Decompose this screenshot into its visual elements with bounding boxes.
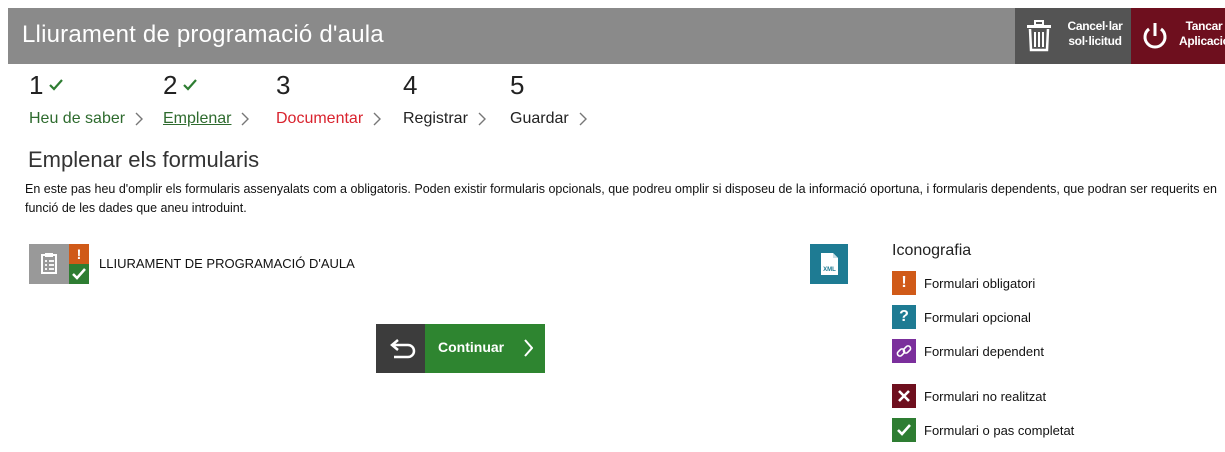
step-link-heu-de-saber[interactable]: Heu de saber: [29, 110, 144, 128]
step-link-documentar[interactable]: Documentar: [276, 110, 382, 128]
legend-item-completed: Formulari o pas completat: [892, 418, 1074, 442]
step-number: 2: [163, 70, 178, 100]
check-icon: [183, 79, 198, 91]
step-link-emplenar[interactable]: Emplenar: [163, 110, 250, 128]
back-button[interactable]: [376, 324, 425, 373]
close-app-button[interactable]: Tancar Aplicació: [1131, 8, 1225, 64]
step-number: 3: [276, 70, 291, 100]
power-icon: [1143, 23, 1167, 49]
x-icon: [892, 384, 916, 408]
step-number: 4: [403, 70, 418, 100]
exclamation-icon: !: [892, 271, 916, 295]
question-icon: ?: [892, 305, 916, 329]
continue-label: Continuar: [438, 339, 505, 355]
chevron-right-icon: [478, 112, 486, 126]
step-number: 5: [510, 70, 525, 100]
trash-icon: [1027, 20, 1051, 52]
link-icon: [892, 339, 916, 363]
section-description: En este pas heu d'omplir els formularis …: [25, 182, 1217, 215]
step-4: 4 Registrar: [403, 70, 486, 127]
form-row[interactable]: ! LLIURAMENT DE PROGRAMACIÓ D'AULA XML: [29, 244, 848, 284]
mandatory-badge: !: [69, 244, 89, 264]
xml-download-button[interactable]: XML: [810, 244, 848, 284]
app-header: Lliurament de programació d'aula Cancel·…: [8, 8, 1225, 64]
chevron-right-icon: [524, 339, 533, 357]
cancel-request-button[interactable]: Cancel·lar sol·licitud: [1015, 8, 1131, 64]
svg-text:XML: XML: [823, 267, 836, 273]
step-link-registrar[interactable]: Registrar: [403, 110, 486, 128]
completed-badge: [69, 264, 89, 284]
step-number: 1: [29, 70, 44, 100]
legend-item-dependent: Formulari dependent: [892, 339, 1044, 363]
undo-arrow-icon: [390, 339, 416, 359]
legend-item-mandatory: ! Formulari obligatori: [892, 271, 1035, 295]
section-title: Emplenar els formularis: [28, 147, 260, 172]
check-icon: [49, 79, 64, 91]
form-name: LLIURAMENT DE PROGRAMACIÓ D'AULA: [99, 256, 355, 271]
step-5: 5 Guardar: [510, 70, 587, 127]
page-title: Lliurament de programació d'aula: [22, 21, 384, 48]
page: Lliurament de programació d'aula Cancel·…: [8, 8, 1225, 452]
chevron-right-icon: [373, 112, 382, 126]
step-2: 2 Emplenar: [163, 70, 250, 127]
clipboard-list-icon: [29, 244, 69, 284]
cancel-request-label: Cancel·lar sol·licitud: [1067, 19, 1123, 48]
check-icon: [72, 268, 86, 280]
xml-file-icon: XML: [821, 253, 838, 275]
legend-item-optional: ? Formulari opcional: [892, 305, 1031, 329]
continue-button[interactable]: Continuar: [425, 324, 545, 373]
legend-item-not-done: Formulari no realitzat: [892, 384, 1046, 408]
step-3: 3 Documentar: [276, 70, 382, 127]
step-link-guardar[interactable]: Guardar: [510, 110, 587, 128]
chevron-right-icon: [241, 112, 250, 126]
check-icon: [892, 418, 916, 442]
step-1: 1 Heu de saber: [29, 70, 144, 127]
legend-title: Iconografia: [892, 242, 972, 259]
chevron-right-icon: [135, 112, 144, 126]
chevron-right-icon: [579, 112, 587, 126]
close-app-label: Tancar Aplicació: [1179, 19, 1225, 48]
